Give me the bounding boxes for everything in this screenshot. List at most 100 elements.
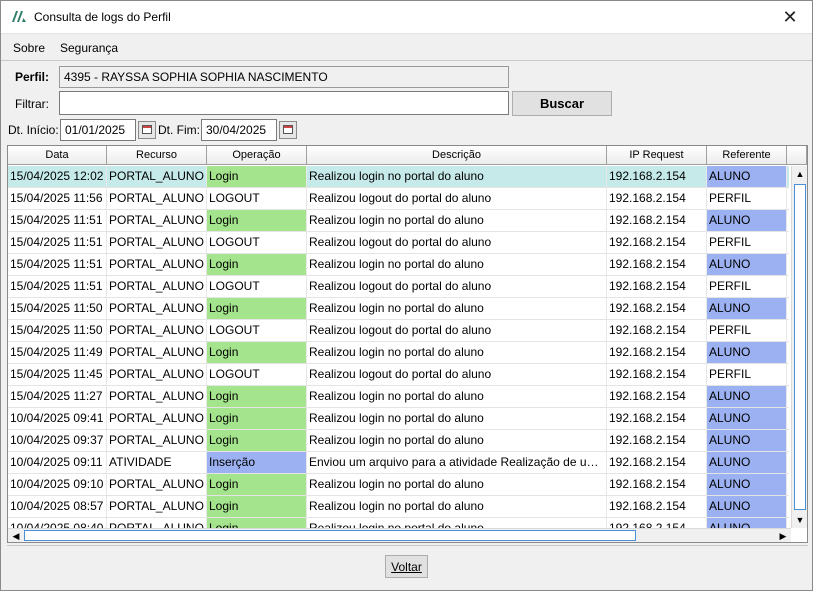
table-row[interactable]: 10/04/2025 08:40 PORTAL_ALUNO Login Realizo… — [8, 518, 789, 528]
scroll-right-icon[interactable]: ▶ — [775, 528, 791, 542]
col-referente-cell: ALUNO — [707, 452, 787, 473]
col-descricao-cell: Realizou login no portal do aluno — [307, 210, 607, 231]
col-referente-header[interactable]: Referente — [707, 146, 787, 165]
col-ip-request-cell: 192.168.2.154 — [607, 474, 707, 495]
table-row[interactable]: 15/04/2025 11:49 PORTAL_ALUNO Login Realizo… — [8, 342, 789, 364]
voltar-button[interactable]: Voltar — [385, 555, 428, 578]
col-descricao-cell: Realizou login no portal do aluno — [307, 166, 607, 187]
table-row[interactable]: 15/04/2025 11:56 PORTAL_ALUNO LOGOUT Realiz… — [8, 188, 789, 210]
table-row[interactable]: 15/04/2025 11:51 PORTAL_ALUNO Login Realizo… — [8, 210, 789, 232]
table-row[interactable]: 10/04/2025 09:37 PORTAL_ALUNO Login Realizo… — [8, 430, 789, 452]
col-referente-cell: ALUNO — [707, 386, 787, 407]
table-row[interactable]: 10/04/2025 09:10 PORTAL_ALUNO Login Realizo… — [8, 474, 789, 496]
col-referente-cell: ALUNO — [707, 254, 787, 275]
table-row[interactable]: 15/04/2025 11:51 PORTAL_ALUNO Login Realizo… — [8, 254, 789, 276]
col-operacao-cell: Login — [207, 408, 307, 429]
col-referente-cell: ALUNO — [707, 298, 787, 319]
col-referente-cell: PERFIL — [707, 320, 787, 341]
menu-seguranca[interactable]: Segurança — [60, 41, 118, 55]
col-recurso-header[interactable]: Recurso — [107, 146, 207, 165]
col-operacao-cell: Login — [207, 166, 307, 187]
calendar-icon[interactable] — [279, 121, 297, 139]
col-ip-request-cell: 192.168.2.154 — [607, 188, 707, 209]
horizontal-scrollbar[interactable]: ◀ ▶ — [8, 528, 791, 542]
filter-input[interactable] — [59, 91, 509, 115]
table-header: Data Recurso Operação Descrição IP Request Re… — [8, 146, 807, 166]
table-row[interactable]: 15/04/2025 11:50 PORTAL_ALUNO Login Realizo… — [8, 298, 789, 320]
dt-fim-input[interactable]: 30/04/2025 — [201, 119, 277, 141]
col-data-cell: 15/04/2025 11:51 — [8, 276, 107, 297]
scroll-down-icon[interactable]: ▼ — [792, 512, 807, 528]
close-button[interactable]: ✕ — [768, 1, 812, 33]
col-referente-cell: PERFIL — [707, 276, 787, 297]
col-extra-header — [787, 146, 807, 165]
menu-bar: Sobre Segurança — [1, 34, 812, 61]
table-row[interactable]: 10/04/2025 09:11 ATIVIDADE Inserção Enviou … — [8, 452, 789, 474]
table-row[interactable]: 15/04/2025 12:02 PORTAL_ALUNO Login Realizo… — [8, 166, 789, 188]
col-data-header[interactable]: Data — [8, 146, 107, 165]
col-referente-cell: ALUNO — [707, 166, 787, 187]
table-row[interactable]: 15/04/2025 11:27 PORTAL_ALUNO Login Realizo… — [8, 386, 789, 408]
col-operacao-header[interactable]: Operação — [207, 146, 307, 165]
table-row[interactable]: 10/04/2025 08:57 PORTAL_ALUNO Login Realizo… — [8, 496, 789, 518]
horizontal-scroll-thumb[interactable] — [24, 530, 636, 541]
scroll-left-icon[interactable]: ◀ — [8, 528, 24, 542]
col-ip-request-cell: 192.168.2.154 — [607, 452, 707, 473]
col-descricao-cell: Realizou login no portal do aluno — [307, 518, 607, 528]
col-ip-request-cell: 192.168.2.154 — [607, 386, 707, 407]
col-referente-cell: PERFIL — [707, 364, 787, 385]
col-operacao-cell: Login — [207, 342, 307, 363]
col-data-cell: 15/04/2025 12:02 — [8, 166, 107, 187]
col-operacao-cell: Login — [207, 254, 307, 275]
col-recurso-cell: PORTAL_ALUNO — [107, 408, 207, 429]
col-ip-request-cell: 192.168.2.154 — [607, 364, 707, 385]
search-button[interactable]: Buscar — [512, 91, 612, 116]
col-data-cell: 15/04/2025 11:51 — [8, 254, 107, 275]
table-row[interactable]: 10/04/2025 09:41 PORTAL_ALUNO Login Realizo… — [8, 408, 789, 430]
perfil-field: 4395 - RAYSSA SOPHIA SOPHIA NASCIMENTO — [59, 66, 509, 88]
col-recurso-cell: PORTAL_ALUNO — [107, 254, 207, 275]
col-operacao-cell: Login — [207, 210, 307, 231]
scroll-up-icon[interactable]: ▲ — [792, 166, 807, 182]
vertical-scroll-thumb[interactable] — [794, 184, 806, 510]
col-ip-request-cell: 192.168.2.154 — [607, 210, 707, 231]
col-ip-request-cell: 192.168.2.154 — [607, 254, 707, 275]
col-ip-request-cell: 192.168.2.154 — [607, 430, 707, 451]
col-descricao-header[interactable]: Descrição — [307, 146, 607, 165]
col-descricao-cell: Realizou logout do portal do aluno — [307, 364, 607, 385]
col-referente-cell: ALUNO — [707, 496, 787, 517]
col-descricao-cell: Realizou logout do portal do aluno — [307, 188, 607, 209]
dt-inicio-input[interactable]: 01/01/2025 — [60, 119, 136, 141]
col-referente-cell: PERFIL — [707, 232, 787, 253]
col-descricao-cell: Realizou logout do portal do aluno — [307, 276, 607, 297]
col-operacao-cell: LOGOUT — [207, 232, 307, 253]
col-referente-cell: ALUNO — [707, 474, 787, 495]
col-recurso-cell: PORTAL_ALUNO — [107, 342, 207, 363]
col-data-cell: 15/04/2025 11:50 — [8, 298, 107, 319]
log-window: Consulta de logs do Perfil ✕ Sobre Segur… — [0, 0, 813, 591]
col-recurso-cell: PORTAL_ALUNO — [107, 474, 207, 495]
col-ip-request-cell: 192.168.2.154 — [607, 166, 707, 187]
table-row[interactable]: 15/04/2025 11:51 PORTAL_ALUNO LOGOUT Realiz… — [8, 232, 789, 254]
col-descricao-cell: Realizou logout do portal do aluno — [307, 232, 607, 253]
vertical-scrollbar[interactable]: ▲ ▼ — [791, 166, 807, 528]
col-data-cell: 10/04/2025 08:57 — [8, 496, 107, 517]
col-ip-request-header[interactable]: IP Request — [607, 146, 707, 165]
col-descricao-cell: Enviou um arquivo para a atividade Reali… — [307, 452, 607, 473]
calendar-icon[interactable] — [138, 121, 156, 139]
col-data-cell: 10/04/2025 09:10 — [8, 474, 107, 495]
col-ip-request-cell: 192.168.2.154 — [607, 298, 707, 319]
menu-sobre[interactable]: Sobre — [13, 41, 45, 55]
col-recurso-cell: ATIVIDADE — [107, 452, 207, 473]
col-data-cell: 15/04/2025 11:45 — [8, 364, 107, 385]
col-ip-request-cell: 192.168.2.154 — [607, 276, 707, 297]
filtrar-label: Filtrar: — [15, 97, 49, 111]
col-operacao-cell: Login — [207, 496, 307, 517]
col-data-cell: 15/04/2025 11:27 — [8, 386, 107, 407]
table-row[interactable]: 15/04/2025 11:45 PORTAL_ALUNO LOGOUT Realiz… — [8, 364, 789, 386]
dt-inicio-label: Dt. Início: — [8, 123, 59, 137]
table-row[interactable]: 15/04/2025 11:51 PORTAL_ALUNO LOGOUT Realiz… — [8, 276, 789, 298]
col-ip-request-cell: 192.168.2.154 — [607, 408, 707, 429]
table-row[interactable]: 15/04/2025 11:50 PORTAL_ALUNO LOGOUT Realiz… — [8, 320, 789, 342]
col-descricao-cell: Realizou login no portal do aluno — [307, 408, 607, 429]
